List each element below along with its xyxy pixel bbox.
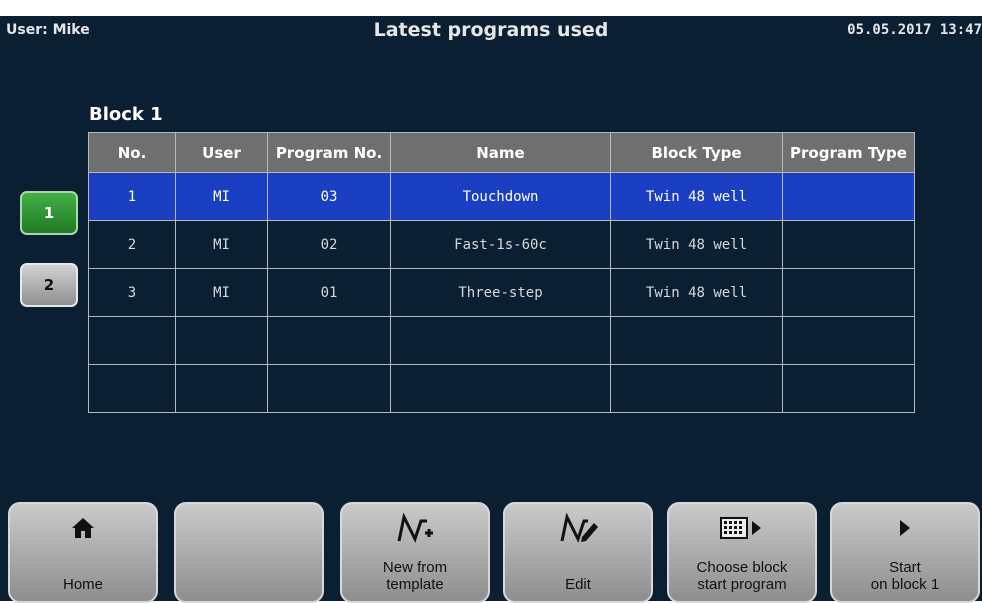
new-template-icon xyxy=(342,513,488,543)
home-label: Home xyxy=(62,576,103,593)
cell-no xyxy=(88,364,176,413)
edit-label: Edit xyxy=(565,576,591,593)
cell-user: MI xyxy=(175,172,268,221)
cell-program-type xyxy=(782,268,915,317)
cell-program-type xyxy=(782,220,915,269)
block-1-button[interactable]: 1 xyxy=(20,191,78,235)
col-no: No. xyxy=(88,132,176,173)
cell-no: 2 xyxy=(88,220,176,269)
cell-program-no: 02 xyxy=(267,220,391,269)
programs-table: No. User Program No. Name Block Type Pro… xyxy=(88,132,915,413)
cell-name: Three-step xyxy=(390,268,611,317)
block-2-button[interactable]: 2 xyxy=(20,263,78,307)
start-on-block-button[interactable]: Start on block 1 xyxy=(830,502,980,603)
block-grid-icon xyxy=(669,514,815,542)
cell-name: Touchdown xyxy=(390,172,611,221)
home-icon xyxy=(10,514,156,542)
cell-no xyxy=(88,316,176,365)
choose-block-start-button[interactable]: Choose block start program xyxy=(667,502,817,603)
cell-user xyxy=(175,316,268,365)
edit-button[interactable]: Edit xyxy=(503,502,653,603)
table-row[interactable]: 2 MI 02 Fast-1s-60c Twin 48 well xyxy=(88,220,915,269)
screen: User: Mike Latest programs used 05.05.20… xyxy=(0,16,982,603)
cell-program-type xyxy=(782,172,915,221)
col-name: Name xyxy=(390,132,611,173)
table-row[interactable]: 1 MI 03 Touchdown Twin 48 well xyxy=(88,172,915,221)
table-row[interactable]: 3 MI 01 Three-step Twin 48 well xyxy=(88,268,915,317)
table-row[interactable] xyxy=(88,364,915,413)
cell-block-type: Twin 48 well xyxy=(610,172,783,221)
cell-no: 1 xyxy=(88,172,176,221)
cell-block-type: Twin 48 well xyxy=(610,220,783,269)
cell-no: 3 xyxy=(88,268,176,317)
col-program-type: Program Type xyxy=(782,132,915,173)
choose-block-label: Choose block start program xyxy=(696,559,788,593)
cell-name: Fast-1s-60c xyxy=(390,220,611,269)
empty-softkey[interactable] xyxy=(174,502,324,603)
cell-program-type xyxy=(782,316,915,365)
col-program-no: Program No. xyxy=(267,132,391,173)
col-user: User xyxy=(175,132,268,173)
cell-program-no: 01 xyxy=(267,268,391,317)
cell-block-type xyxy=(610,364,783,413)
cell-block-type: Twin 48 well xyxy=(610,268,783,317)
block-label: Block 1 xyxy=(89,104,163,125)
header-bar: User: Mike Latest programs used 05.05.20… xyxy=(0,16,982,52)
edit-icon xyxy=(505,513,651,543)
cell-program-type xyxy=(782,364,915,413)
cell-user xyxy=(175,364,268,413)
cell-name xyxy=(390,316,611,365)
new-from-template-label: New from template xyxy=(382,559,448,593)
table-row[interactable] xyxy=(88,316,915,365)
home-button[interactable]: Home xyxy=(8,502,158,603)
datetime: 05.05.2017 13:47 xyxy=(847,22,982,38)
page-title: Latest programs used xyxy=(373,19,609,41)
cell-program-no xyxy=(267,316,391,365)
play-icon xyxy=(832,514,978,542)
cell-user: MI xyxy=(175,220,268,269)
cell-program-no: 03 xyxy=(267,172,391,221)
cell-name xyxy=(390,364,611,413)
new-from-template-button[interactable]: New from template xyxy=(340,502,490,603)
table-header-row: No. User Program No. Name Block Type Pro… xyxy=(88,132,915,173)
cell-program-no xyxy=(267,364,391,413)
col-block-type: Block Type xyxy=(610,132,783,173)
start-on-block-label: Start on block 1 xyxy=(870,559,940,593)
cell-user: MI xyxy=(175,268,268,317)
cell-block-type xyxy=(610,316,783,365)
